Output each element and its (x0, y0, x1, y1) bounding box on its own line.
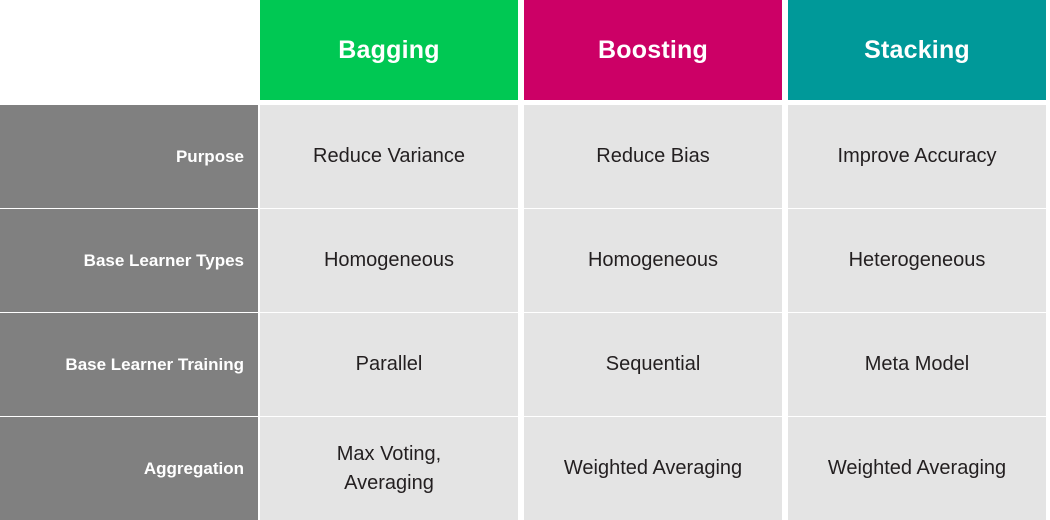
ensemble-comparison-table: Bagging Boosting Stacking Purpose Reduce… (0, 0, 1050, 520)
row-label-purpose-text: Purpose (175, 146, 244, 166)
column-header-boosting: Boosting (524, 0, 782, 100)
table-cell-aggregation-bagging: Max Voting, Averaging (260, 417, 518, 520)
row-label-base-learner-training-text: Base Learner Training (65, 354, 244, 374)
column-header-boosting-label: Boosting (598, 35, 708, 64)
table-cell-base-learner-types-boosting: Homogeneous (524, 209, 782, 312)
table-cell-text: Homogeneous (587, 249, 719, 271)
row-label-base-learner-types: Base Learner Types (0, 209, 258, 312)
row-label-purpose: Purpose (0, 105, 258, 208)
table-cell-purpose-stacking: Improve Accuracy (788, 105, 1046, 208)
table-cell-aggregation-stacking: Weighted Averaging (788, 417, 1046, 520)
column-header-stacking-label: Stacking (864, 35, 970, 64)
table-cell-base-learner-training-boosting: Sequential (524, 313, 782, 416)
table-cell-text: Homogeneous (323, 249, 455, 271)
column-header-bagging: Bagging (260, 0, 518, 100)
row-label-aggregation-text: Aggregation (143, 458, 244, 478)
table-cell-aggregation-boosting: Weighted Averaging (524, 417, 782, 520)
row-label-base-learner-training: Base Learner Training (0, 313, 258, 416)
table-cell-text: Parallel (355, 353, 423, 375)
table-cell-base-learner-types-bagging: Homogeneous (260, 209, 518, 312)
table-cell-text: Heterogeneous (848, 249, 986, 271)
table-cell-base-learner-types-stacking: Heterogeneous (788, 209, 1046, 312)
table-cell-base-learner-training-stacking: Meta Model (788, 313, 1046, 416)
table-cell-text: Reduce Bias (596, 145, 710, 167)
table-cell-text: Weighted Averaging (563, 457, 743, 479)
table-cell-purpose-boosting: Reduce Bias (524, 105, 782, 208)
table-cell-text: Improve Accuracy (837, 145, 997, 167)
row-label-base-learner-types-text: Base Learner Types (83, 250, 244, 270)
table-cell-purpose-bagging: Reduce Variance (260, 105, 518, 208)
table-corner-cell (0, 0, 258, 100)
row-label-aggregation: Aggregation (0, 417, 258, 520)
table-cell-base-learner-training-bagging: Parallel (260, 313, 518, 416)
table-cell-text: Sequential (605, 353, 701, 375)
column-header-bagging-label: Bagging (338, 35, 440, 64)
table-cell-text: Weighted Averaging (827, 457, 1007, 479)
table-cell-text: Meta Model (864, 353, 970, 375)
column-header-stacking: Stacking (788, 0, 1046, 100)
table-cell-text: Max Voting, Averaging (336, 442, 442, 494)
table-cell-text: Reduce Variance (313, 145, 465, 167)
